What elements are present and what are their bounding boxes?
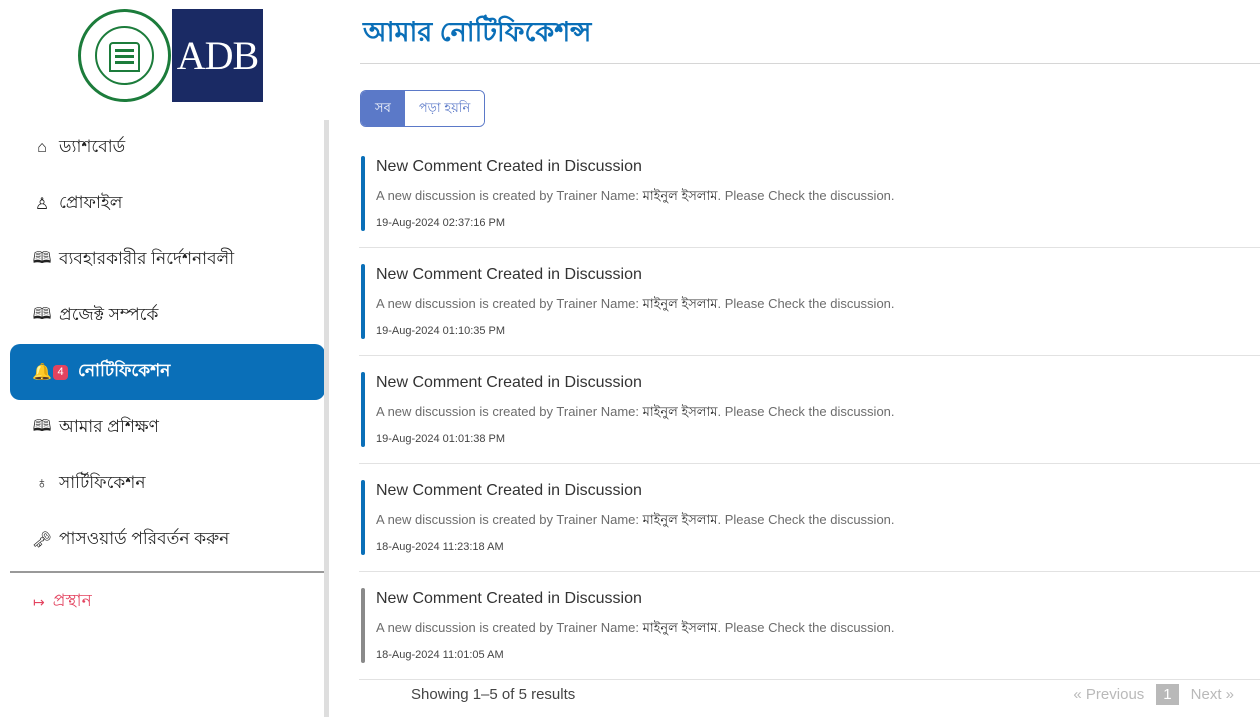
notification-title: New Comment Created in Discussion	[376, 482, 642, 499]
notification-body-prefix: A new discussion is created by Trainer N…	[376, 188, 640, 203]
notification-body: A new discussion is created by Trainer N…	[376, 403, 895, 424]
sidebar-item-0[interactable]: ⌂ ড্যাশবোর্ড	[10, 120, 325, 176]
page-title: আমার নোটিফিকেশন্স	[363, 17, 592, 47]
notification-body-suffix: . Please Check the discussion.	[717, 188, 895, 203]
notification-timestamp: 18-Aug-2024 11:23:18 AM	[376, 541, 504, 553]
notification-item[interactable]: New Comment Created in Discussion A new d…	[359, 464, 1260, 572]
key-icon: 🗝	[31, 532, 53, 549]
notification-body-suffix: . Please Check the discussion.	[717, 296, 895, 311]
notification-status-bar	[361, 372, 365, 447]
notification-item[interactable]: New Comment Created in Discussion A new d…	[359, 356, 1260, 464]
sidebar-item-label: ব্যবহারকারীর নির্দেশনাবলী	[59, 249, 235, 268]
home-icon: ⌂	[37, 139, 47, 156]
filter-all-button[interactable]: সব	[361, 91, 405, 126]
notification-timestamp: 19-Aug-2024 02:37:16 PM	[376, 217, 506, 229]
notification-item[interactable]: New Comment Created in Discussion A new d…	[359, 572, 1260, 680]
trainer-name: মাইনুল ইসলাম	[642, 188, 718, 203]
sidebar: ADB ⌂ ড্যাশবোর্ড ♙ প্রোফাইল 🕮 ব্যবহারকারীর নি…	[0, 0, 330, 717]
notification-body: A new discussion is created by Trainer N…	[376, 295, 895, 316]
sidebar-item-4[interactable]: 🔔 4 নোটিফিকেশন	[10, 344, 325, 400]
title-divider	[360, 63, 1260, 64]
pagination: « Previous 1 Next »	[1063, 684, 1234, 705]
sidebar-item-label: সার্টিফিকেশন	[59, 473, 146, 492]
notification-status-bar	[361, 264, 365, 339]
notification-status-bar	[361, 588, 365, 663]
award-icon: ♁	[36, 475, 48, 492]
notification-title: New Comment Created in Discussion	[376, 374, 642, 391]
sidebar-item-3[interactable]: 🕮 প্রজেক্ট সম্পর্কে	[10, 288, 325, 344]
bell-icon: 🔔	[32, 364, 52, 381]
previous-page-link[interactable]: « Previous	[1073, 686, 1144, 703]
trainer-name: মাইনুল ইসলাম	[642, 404, 718, 419]
filter-unread-button[interactable]: পড়া হয়নি	[404, 91, 485, 126]
results-count: Showing 1–5 of 5 results	[411, 686, 576, 703]
notification-item[interactable]: New Comment Created in Discussion A new d…	[359, 140, 1260, 248]
notification-timestamp: 19-Aug-2024 01:01:38 PM	[376, 433, 506, 445]
notification-body-suffix: . Please Check the discussion.	[717, 512, 895, 527]
trainer-name: মাইনুল ইসলাম	[642, 512, 718, 527]
sidebar-item-label: নোটিফিকেশন	[78, 361, 171, 380]
notification-item[interactable]: New Comment Created in Discussion A new d…	[359, 248, 1260, 356]
book-icon: 🕮	[32, 417, 52, 435]
bangladesh-bank-logo	[78, 9, 171, 102]
user-icon: ♙	[34, 196, 50, 213]
sidebar-item-label: প্রোফাইল	[59, 193, 123, 212]
notification-status-bar	[361, 480, 365, 555]
notification-body-suffix: . Please Check the discussion.	[717, 404, 895, 419]
filter-toggle-group: সব পড়া হয়নি	[360, 90, 486, 127]
sidebar-item-label: ড্যাশবোর্ড	[59, 137, 126, 156]
main-content: আমার নোটিফিকেশন্স সব পড়া হয়নি New Comme…	[345, 0, 1260, 717]
current-page[interactable]: 1	[1156, 684, 1179, 705]
trainer-name: মাইনুল ইসলাম	[642, 620, 718, 635]
sidebar-scrollbar[interactable]	[324, 120, 329, 717]
notification-body-prefix: A new discussion is created by Trainer N…	[376, 512, 640, 527]
book-icon: 🕮	[32, 305, 52, 323]
trainer-name: মাইনুল ইসলাম	[642, 296, 718, 311]
sidebar-item-1[interactable]: ♙ প্রোফাইল	[10, 176, 325, 232]
logo-group: ADB	[78, 9, 263, 102]
notification-title: New Comment Created in Discussion	[376, 158, 642, 175]
notification-list: New Comment Created in Discussion A new d…	[359, 140, 1260, 680]
notification-body: A new discussion is created by Trainer N…	[376, 187, 895, 208]
logout-label: প্রস্থান	[52, 591, 92, 610]
notification-count-badge: 4	[53, 364, 68, 380]
notification-body: A new discussion is created by Trainer N…	[376, 619, 895, 640]
notification-title: New Comment Created in Discussion	[376, 266, 642, 283]
sidebar-item-6[interactable]: ♁ সার্টিফিকেশন	[10, 456, 325, 512]
notification-timestamp: 19-Aug-2024 01:10:35 PM	[376, 325, 506, 337]
notification-status-bar	[361, 156, 365, 231]
notification-body-suffix: . Please Check the discussion.	[717, 620, 895, 635]
sidebar-item-label: আমার প্রশিক্ষণ	[59, 417, 159, 436]
notification-body: A new discussion is created by Trainer N…	[376, 511, 895, 532]
logout-link[interactable]: ↦ প্রস্থান	[33, 588, 92, 616]
sidebar-item-2[interactable]: 🕮 ব্যবহারকারীর নির্দেশনাবলী	[10, 232, 325, 288]
sidebar-item-7[interactable]: 🗝 পাসওয়ার্ড পরিবর্তন করুন	[10, 512, 325, 568]
notification-title: New Comment Created in Discussion	[376, 590, 642, 607]
adb-logo: ADB	[172, 9, 263, 102]
sidebar-item-5[interactable]: 🕮 আমার প্রশিক্ষণ	[10, 400, 325, 456]
notification-body-prefix: A new discussion is created by Trainer N…	[376, 404, 640, 419]
notification-body-prefix: A new discussion is created by Trainer N…	[376, 296, 640, 311]
logout-icon: ↦	[33, 593, 45, 610]
next-page-link[interactable]: Next »	[1191, 686, 1234, 703]
book-icon: 🕮	[32, 249, 52, 267]
sidebar-nav: ⌂ ড্যাশবোর্ড ♙ প্রোফাইল 🕮 ব্যবহারকারীর নির্দে…	[10, 120, 325, 568]
notification-body-prefix: A new discussion is created by Trainer N…	[376, 620, 640, 635]
sidebar-item-label: পাসওয়ার্ড পরিবর্তন করুন	[59, 529, 230, 548]
notification-timestamp: 18-Aug-2024 11:01:05 AM	[376, 649, 504, 661]
sidebar-divider	[10, 571, 325, 573]
sidebar-item-label: প্রজেক্ট সম্পর্কে	[59, 305, 159, 324]
